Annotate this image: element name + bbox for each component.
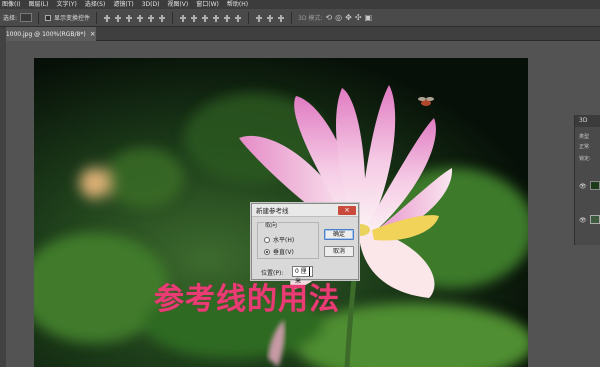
3d-mode-label: 3D 模式: [298, 15, 323, 22]
blend-mode-select[interactable]: 正常 [579, 143, 589, 150]
lock-label: 锁定: [579, 156, 591, 162]
divider [38, 11, 40, 24]
distribute-bottom-icon[interactable] [201, 13, 210, 22]
menu-select[interactable]: 选择(S) [85, 0, 106, 9]
divider [96, 11, 98, 24]
divider [291, 11, 293, 24]
layers-panel: 3D 类型 正常 锁定: 👁 👁 [574, 115, 600, 245]
close-icon[interactable]: × [90, 30, 96, 38]
vertical-option[interactable]: 垂直(V) [264, 247, 294, 256]
orientation-group: 取向 水平(H) 垂直(V) [257, 222, 319, 259]
divider [248, 11, 250, 24]
distribute-spacing-icon[interactable] [277, 13, 286, 22]
menu-type[interactable]: 文字(Y) [56, 0, 76, 9]
align-left-icon[interactable] [136, 13, 145, 22]
menu-window[interactable]: 窗口(W) [196, 0, 219, 9]
document-tab-title: 01000.jpg @ 100%(RGB/8*) [2, 30, 86, 38]
3d-scale-icon[interactable]: ▣ [365, 13, 373, 22]
divider [172, 11, 174, 24]
3d-rotate-icon[interactable]: ⟲ [325, 13, 332, 22]
auto-align-icon[interactable] [255, 13, 264, 22]
auto-select-dropdown[interactable] [20, 13, 33, 22]
cancel-button[interactable]: 取消 [324, 246, 354, 257]
arrange-icon[interactable] [266, 13, 275, 22]
eye-icon[interactable]: 👁 [579, 217, 587, 224]
3d-slide-icon[interactable]: ✣ [355, 13, 362, 22]
ok-button[interactable]: 确定 [324, 229, 354, 240]
align-bottom-icon[interactable] [125, 13, 134, 22]
menu-image[interactable]: 图像(I) [2, 0, 20, 9]
align-top-icon[interactable] [103, 13, 112, 22]
dialog-title: 新建参考线 [256, 207, 289, 215]
horizontal-radio[interactable] [264, 236, 270, 243]
menu-view[interactable]: 视图(V) [167, 0, 188, 9]
layer-thumbnail[interactable] [590, 181, 600, 190]
orientation-label: 取向 [264, 222, 279, 229]
vertical-radio[interactable] [264, 248, 270, 255]
document-tab[interactable]: 01000.jpg @ 100%(RGB/8*) × [0, 27, 96, 41]
horizontal-option[interactable]: 水平(H) [264, 235, 294, 244]
eye-icon[interactable]: 👁 [579, 183, 587, 190]
3d-drag-icon[interactable]: ✥ [345, 13, 352, 22]
close-icon[interactable]: × [338, 206, 356, 215]
show-transform-label: 显示变换控件 [54, 15, 91, 22]
menu-help[interactable]: 帮助(H) [227, 0, 248, 9]
dialog-titlebar[interactable]: 新建参考线 × [252, 204, 358, 217]
distribute-hcenter-icon[interactable] [223, 13, 232, 22]
align-hcenter-icon[interactable] [147, 13, 156, 22]
layer-thumbnail[interactable] [590, 215, 600, 224]
document-tab-bar: 01000.jpg @ 100%(RGB/8*) × [0, 27, 600, 41]
distribute-vcenter-icon[interactable] [190, 13, 199, 22]
distribute-right-icon[interactable] [234, 13, 243, 22]
vertical-label: 垂直(V) [273, 249, 294, 256]
menu-bar: 图像(I) 图层(L) 文字(Y) 选择(S) 滤镜(T) 3D(D) 视图(V… [0, 0, 600, 9]
panel-tab-3d[interactable]: 3D [575, 115, 600, 127]
new-guide-dialog: 新建参考线 × 取向 水平(H) 垂直(V) 确定 取消 位置(P): 0 厘米 [251, 203, 359, 285]
align-right-icon[interactable] [158, 13, 167, 22]
align-vcenter-icon[interactable] [114, 13, 123, 22]
show-transform-checkbox[interactable] [45, 14, 52, 21]
options-bar: 选择: 显示变换控件 3D 模式: ⟲ ◎ ✥ ✣ ▣ [0, 9, 600, 27]
horizontal-label: 水平(H) [273, 237, 295, 244]
distribute-top-icon[interactable] [179, 13, 188, 22]
auto-select-label: 选择: [3, 15, 18, 22]
3d-roll-icon[interactable]: ◎ [335, 13, 342, 22]
menu-3d[interactable]: 3D(D) [142, 0, 160, 9]
distribute-left-icon[interactable] [212, 13, 221, 22]
layer-filter-kind[interactable]: 类型 [579, 133, 589, 140]
tutorial-caption: 参考线的用法 [154, 282, 340, 317]
menu-layer[interactable]: 图层(L) [28, 0, 48, 9]
menu-filter[interactable]: 滤镜(T) [113, 0, 133, 9]
